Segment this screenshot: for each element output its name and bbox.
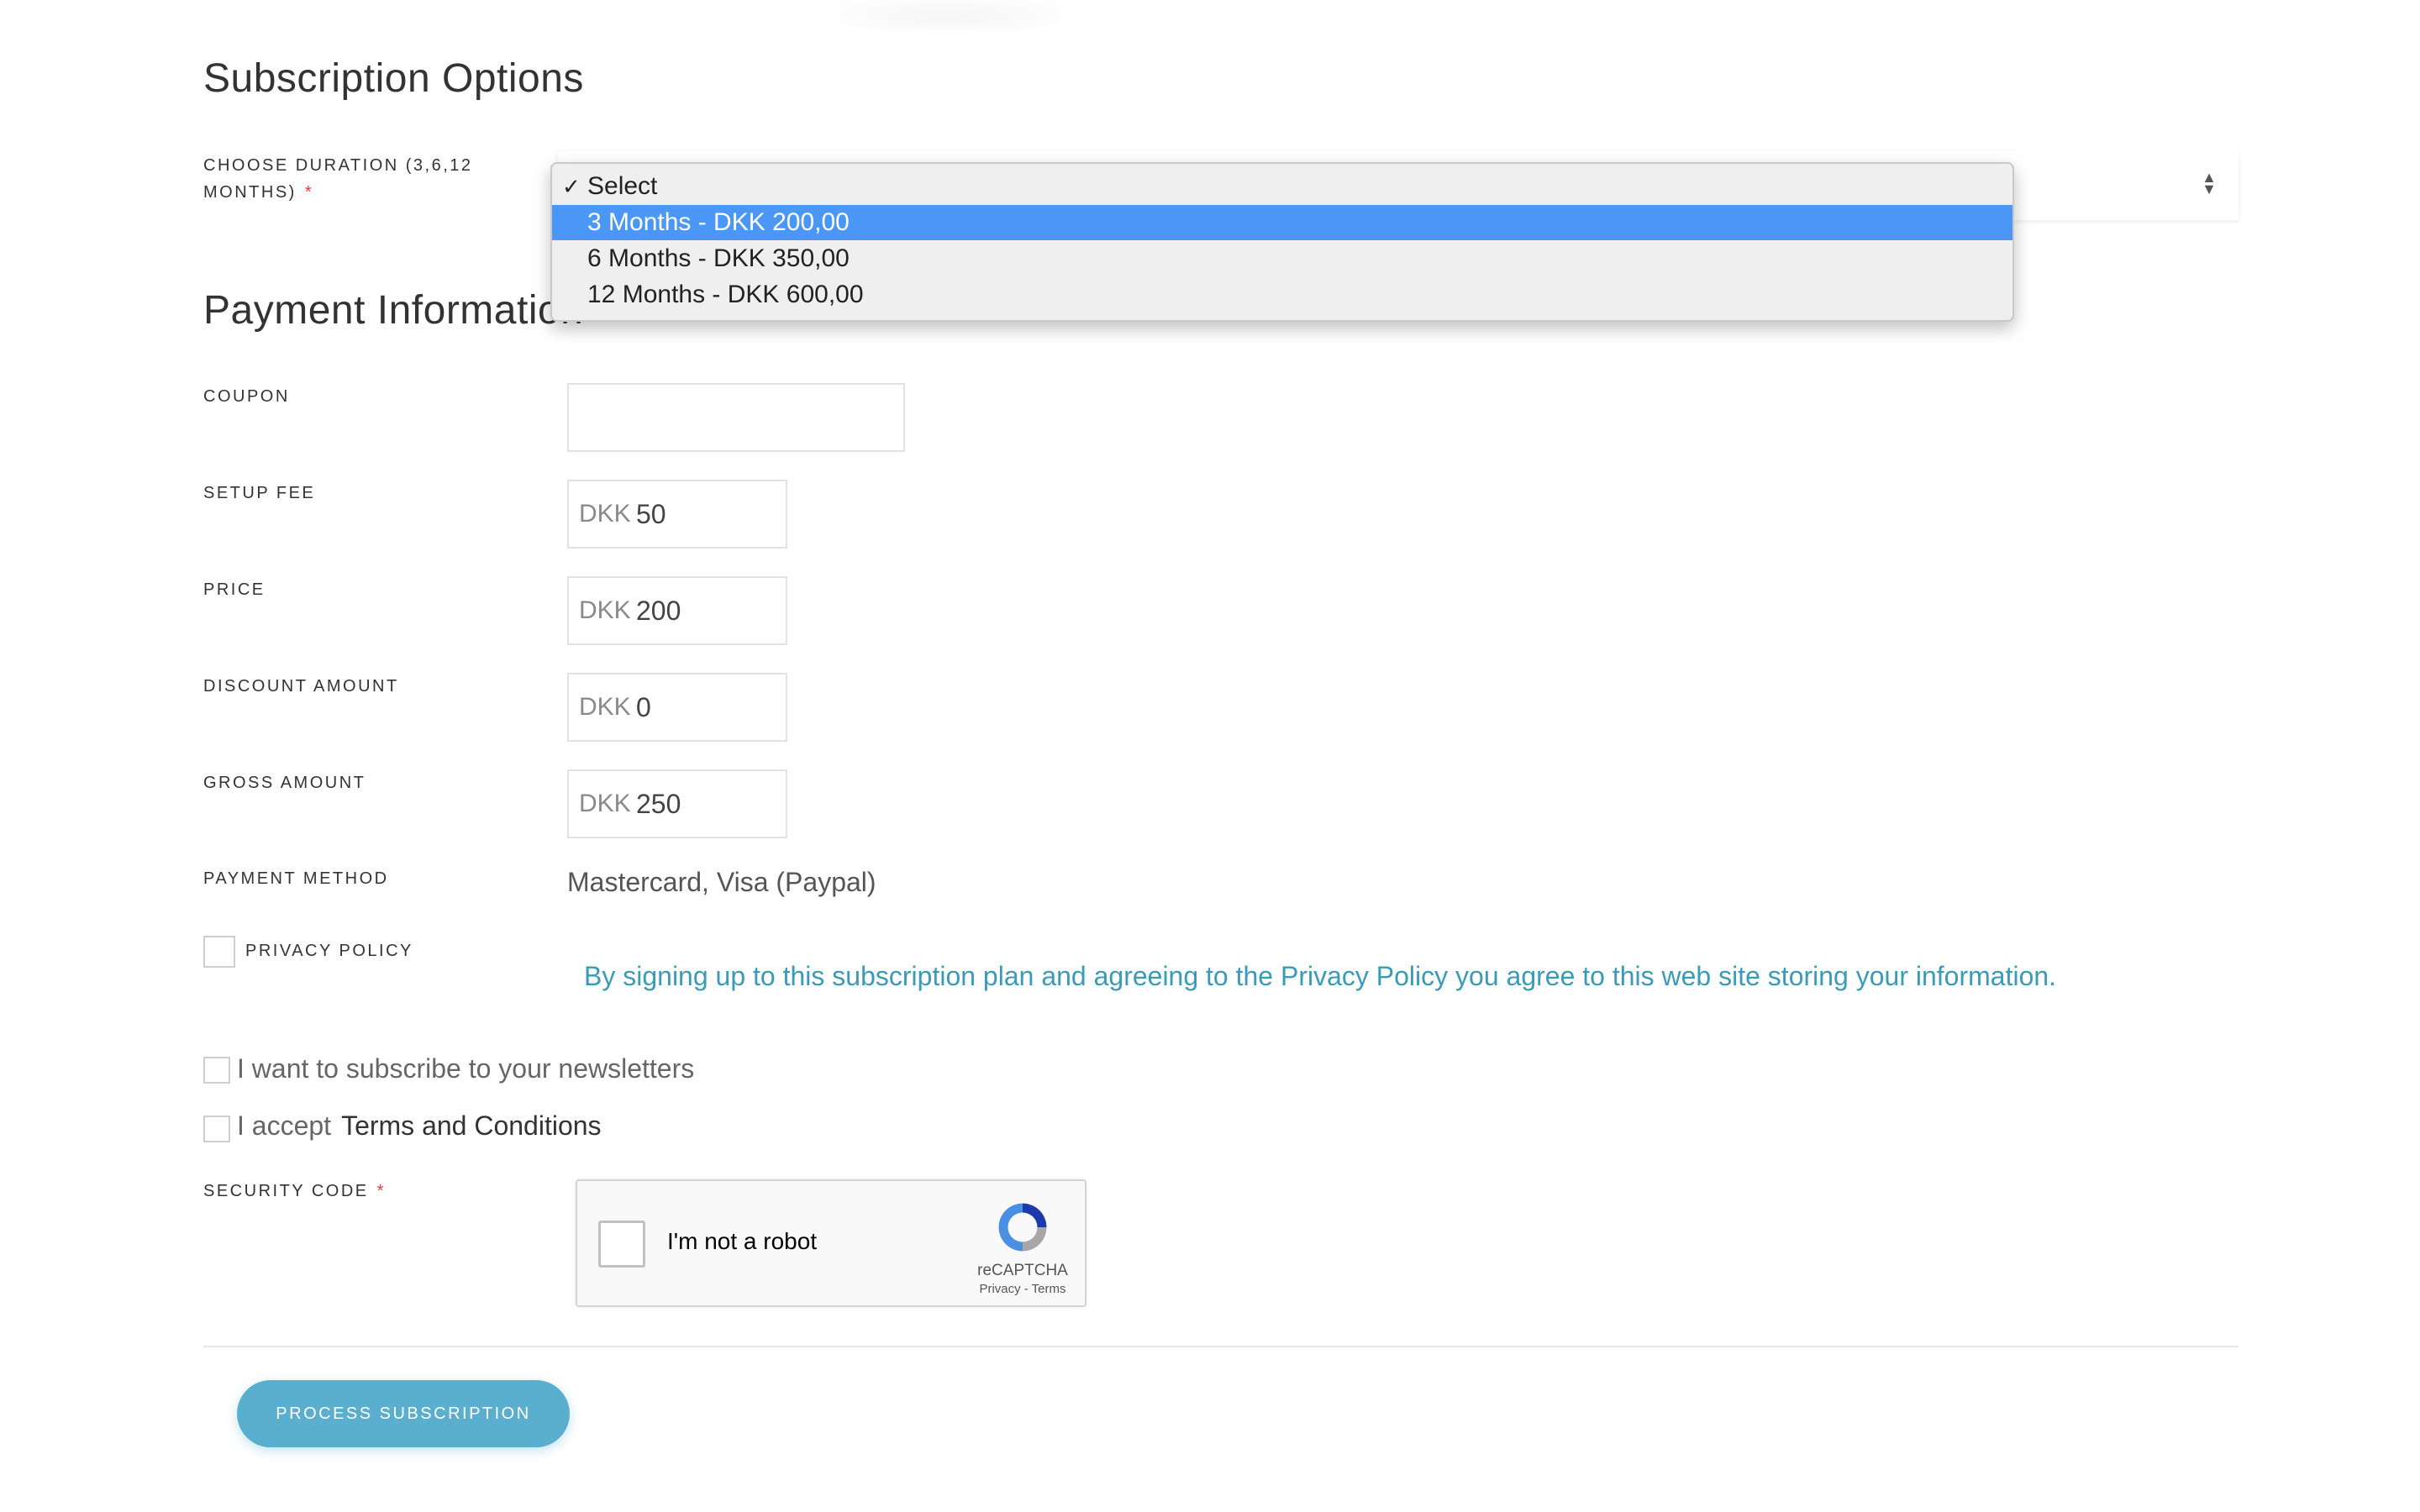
- dropdown-option-3-months[interactable]: 3 Months - DKK 200,00: [552, 205, 2012, 240]
- check-icon: ✓: [562, 174, 581, 199]
- subscription-page: Subscription Options CHOOSE DURATION (3,…: [0, 0, 2420, 1512]
- discount-label: DISCOUNT AMOUNT: [203, 677, 399, 696]
- payment-method-label: PAYMENT METHOD: [203, 869, 389, 888]
- setup-fee-label: SETUP FEE: [203, 484, 316, 502]
- price-field[interactable]: DKK 200: [567, 576, 787, 645]
- discount-field[interactable]: DKK 0: [567, 673, 787, 742]
- coupon-input[interactable]: [567, 383, 905, 452]
- currency-prefix: DKK: [579, 790, 631, 817]
- terms-link[interactable]: Terms and Conditions: [341, 1110, 601, 1141]
- dropdown-option-label: 3 Months - DKK 200,00: [587, 208, 850, 236]
- price-label: PRICE: [203, 580, 266, 599]
- top-shadow: [840, 0, 1059, 30]
- duration-label: CHOOSE DURATION (3,6,12 MONTHS) *: [203, 152, 506, 206]
- duration-label-text: CHOOSE DURATION (3,6,12 MONTHS): [203, 156, 473, 202]
- dropdown-option-6-months[interactable]: 6 Months - DKK 350,00: [552, 241, 2012, 276]
- recaptcha-label: I'm not a robot: [667, 1228, 818, 1254]
- terms-row: I accept Terms and Conditions: [237, 1110, 602, 1142]
- accept-label: I accept: [237, 1110, 332, 1141]
- required-mark: *: [304, 183, 314, 202]
- dropdown-option-label: 12 Months - DKK 600,00: [587, 281, 864, 308]
- newsletter-checkbox[interactable]: [203, 1057, 230, 1084]
- dropdown-option-label: 6 Months - DKK 350,00: [587, 244, 850, 272]
- terms-checkbox[interactable]: [203, 1116, 230, 1142]
- currency-prefix: DKK: [579, 596, 631, 624]
- payment-method-value: Mastercard, Visa (Paypal): [567, 867, 876, 897]
- security-code-label: SECURITY CODE *: [203, 1178, 386, 1205]
- dropdown-option-label: Select: [587, 172, 658, 200]
- currency-prefix: DKK: [579, 500, 631, 528]
- dropdown-option-select[interactable]: ✓ Select: [552, 169, 2012, 204]
- process-subscription-button[interactable]: PROCESS SUBSCRIPTION: [237, 1380, 570, 1447]
- setup-fee-value: 50: [636, 498, 666, 529]
- form-divider: [203, 1346, 2238, 1347]
- recaptcha-brand: reCAPTCHA: [977, 1262, 1068, 1279]
- recaptcha-widget: I'm not a robot reCAPTCHA Privacy - Term…: [576, 1179, 1086, 1307]
- discount-value: 0: [636, 691, 651, 722]
- recaptcha-links[interactable]: Privacy - Terms: [968, 1282, 1077, 1296]
- required-mark: *: [376, 1182, 386, 1200]
- security-code-label-text: SECURITY CODE: [203, 1182, 369, 1200]
- setup-fee-field[interactable]: DKK 50: [567, 480, 787, 549]
- gross-amount-field[interactable]: DKK 250: [567, 769, 787, 838]
- coupon-label: COUPON: [203, 387, 290, 406]
- gross-amount-value: 250: [636, 788, 681, 819]
- privacy-policy-notice: By signing up to this subscription plan …: [584, 961, 2057, 991]
- recaptcha-checkbox[interactable]: [598, 1221, 645, 1268]
- dropdown-option-12-months[interactable]: 12 Months - DKK 600,00: [552, 277, 2012, 312]
- privacy-policy-label: PRIVACY POLICY: [245, 942, 413, 960]
- payment-information-title: Payment Information: [203, 288, 584, 333]
- newsletter-label: I want to subscribe to your newsletters: [237, 1053, 695, 1084]
- duration-dropdown[interactable]: ✓ Select 3 Months - DKK 200,00 6 Months …: [550, 162, 2014, 322]
- currency-prefix: DKK: [579, 693, 631, 721]
- subscription-options-title: Subscription Options: [203, 56, 584, 101]
- recaptcha-logo-icon: [998, 1203, 1047, 1252]
- gross-amount-label: GROSS AMOUNT: [203, 774, 366, 792]
- price-value: 200: [636, 595, 681, 626]
- privacy-policy-checkbox[interactable]: [203, 936, 235, 968]
- select-arrows-icon: ▲ ▼: [2202, 169, 2217, 197]
